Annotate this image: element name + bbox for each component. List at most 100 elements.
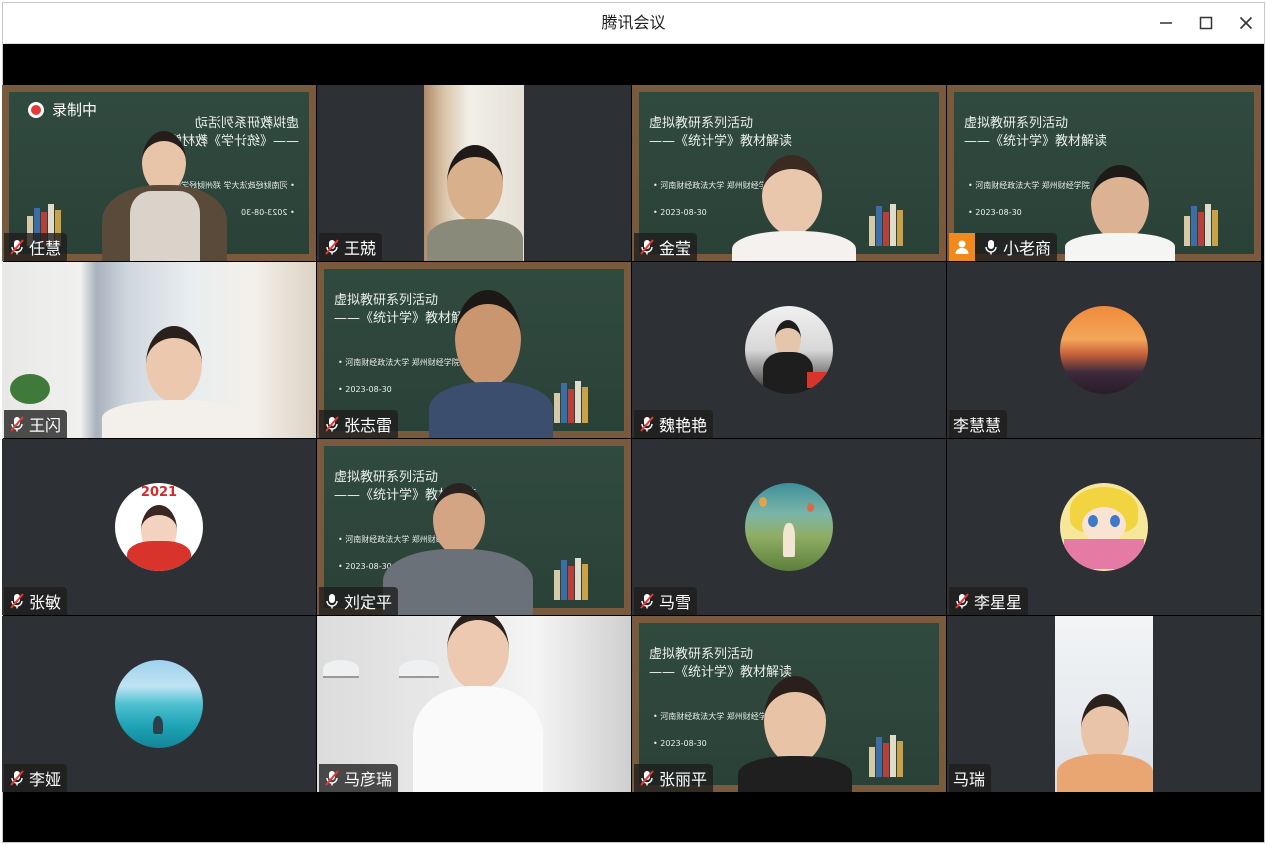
bookshelf	[1184, 196, 1234, 246]
close-button[interactable]	[1231, 8, 1261, 38]
board-title: 虚拟教研系列活动	[964, 116, 1069, 131]
board-date: • 2023-08-30	[653, 739, 707, 748]
host-icon	[955, 240, 969, 254]
video-tile[interactable]: 马彦瑞	[317, 616, 631, 792]
video-tile[interactable]: 王闪	[2, 262, 316, 438]
board-date: • 2023-08-30	[241, 208, 295, 217]
participant-name-tag: 刘定平	[319, 587, 399, 615]
record-icon	[28, 101, 44, 118]
avatar	[1060, 306, 1148, 394]
participant-name: 张敏	[29, 593, 62, 612]
video-tile[interactable]: 李娅	[2, 616, 316, 792]
participant-name: 马瑞	[953, 770, 986, 789]
board-school: • 河南财经政法大学 郑州财经学院	[653, 181, 775, 190]
recording-label: 录制中	[52, 101, 98, 119]
board-date: • 2023-08-30	[653, 208, 707, 217]
host-badge	[949, 233, 975, 261]
participant-name-tag: 金莹	[634, 233, 698, 261]
video-tile[interactable]: 2021 张敏	[2, 439, 316, 615]
participant-name: 王闪	[29, 416, 62, 435]
minimize-icon	[1160, 22, 1172, 24]
title-bar: 腾讯会议	[3, 3, 1264, 44]
participant-name: 任慧	[29, 239, 62, 258]
mic-muted-icon	[325, 770, 339, 786]
video-tile[interactable]: 虚拟教研系列活动 ——《统计学》教材解读 • 河南财经政法大学 郑州财经学院 •…	[632, 616, 946, 792]
mic-icon	[985, 240, 997, 255]
participant-name: 马雪	[659, 593, 692, 612]
board-title: 虚拟教研系列活动	[649, 647, 754, 662]
video-tile[interactable]: 虚拟教研系列活动 ——《统计学》教材解读 • 河南财经政法大学 郑州财经学院 •…	[317, 262, 631, 438]
ceiling-lamp	[399, 660, 439, 678]
mic-muted-icon	[10, 416, 24, 432]
participant-name-tag: 任慧	[4, 233, 68, 261]
mic-muted-icon	[955, 593, 969, 609]
mic-muted-icon	[325, 416, 339, 432]
participant-name: 张志雷	[344, 416, 393, 435]
video-tile[interactable]: 魏艳艳	[632, 262, 946, 438]
participant-name: 魏艳艳	[659, 416, 708, 435]
board-date: • 2023-08-30	[338, 562, 392, 571]
participant-name: 李星星	[974, 593, 1023, 612]
bookshelf	[554, 373, 604, 423]
board-title: 虚拟教研系列活动	[649, 116, 754, 131]
participant-name-tag: 小老商	[949, 233, 1058, 261]
video-tile[interactable]: 马瑞	[947, 616, 1261, 792]
board-date: • 2023-08-30	[968, 208, 1022, 217]
maximize-button[interactable]	[1191, 8, 1221, 38]
video-grid: 虚拟教研系列活动 ——《统计学》教材解读 • 河南财经政法大学 郑州财经学院 •…	[2, 85, 1262, 797]
board-school: • 河南财经政法大学 郑州财经学院	[338, 358, 460, 367]
mic-muted-icon	[640, 770, 654, 786]
participant-name-tag: 李娅	[4, 764, 68, 792]
participant-name-tag: 马雪	[634, 587, 698, 615]
video-tile[interactable]: 虚拟教研系列活动 ——《统计学》教材解读 • 河南财经政法大学 郑州财经学院 •…	[632, 85, 946, 261]
close-icon	[1239, 16, 1253, 30]
participant-name: 王兢	[344, 239, 377, 258]
board-school: • 河南财经政法大学 郑州财经学院	[968, 181, 1090, 190]
plant	[10, 374, 50, 404]
board-title: 虚拟教研系列活动	[194, 116, 299, 131]
participant-name: 张丽平	[659, 770, 708, 789]
mic-muted-icon	[10, 770, 24, 786]
minimize-button[interactable]	[1151, 8, 1181, 38]
participant-name: 小老商	[1003, 239, 1052, 258]
avatar: 2021	[115, 483, 203, 571]
mic-muted-icon	[640, 593, 654, 609]
mic-muted-icon	[640, 239, 654, 255]
video-tile[interactable]: 李慧慧	[947, 262, 1261, 438]
mic-muted-icon	[10, 239, 24, 255]
board-title: 虚拟教研系列活动	[334, 293, 439, 308]
participant-name-tag: 张敏	[4, 587, 68, 615]
video-tile[interactable]: 王兢	[317, 85, 631, 261]
board-subtitle: ——《统计学》教材解读	[649, 665, 793, 680]
mic-muted-icon	[325, 239, 339, 255]
participant-name-tag: 李慧慧	[949, 410, 1008, 438]
recording-indicator: 录制中	[28, 99, 97, 120]
participant-name: 李娅	[29, 770, 62, 789]
participant-name-tag: 李星星	[949, 587, 1029, 615]
participant-name: 金莹	[659, 239, 692, 258]
participant-name-tag: 魏艳艳	[634, 410, 714, 438]
bookshelf	[554, 550, 604, 600]
bookshelf	[869, 727, 919, 777]
board-school: • 河南财经政法大学 郑州财经学院	[653, 712, 775, 721]
maximize-icon	[1199, 16, 1213, 30]
mic-muted-icon	[640, 416, 654, 432]
video-tile[interactable]: 虚拟教研系列活动 ——《统计学》教材解读 • 河南财经政法大学 郑州财经学院 •…	[2, 85, 316, 261]
participant-name-tag: 王兢	[319, 233, 383, 261]
video-tile[interactable]: 虚拟教研系列活动 ——《统计学》教材解读 • 河南财经政法大学 郑州财经学院 •…	[317, 439, 631, 615]
video-tile[interactable]: 马雪	[632, 439, 946, 615]
avatar	[745, 306, 833, 394]
participant-name: 马彦瑞	[344, 770, 393, 789]
board-subtitle: ——《统计学》教材解读	[964, 134, 1108, 149]
participant-name-tag: 张志雷	[319, 410, 399, 438]
mic-icon	[326, 594, 338, 609]
participant-name-tag: 马彦瑞	[319, 764, 399, 792]
board-date: • 2023-08-30	[338, 385, 392, 394]
participant-name-tag: 马瑞	[949, 764, 992, 792]
avatar	[745, 483, 833, 571]
video-tile[interactable]: 李星星	[947, 439, 1261, 615]
board-title: 虚拟教研系列活动	[334, 470, 439, 485]
mic-muted-icon	[10, 593, 24, 609]
avatar	[115, 660, 203, 748]
video-tile-active-speaker[interactable]: 虚拟教研系列活动 ——《统计学》教材解读 • 河南财经政法大学 郑州财经学院 •…	[947, 85, 1261, 261]
